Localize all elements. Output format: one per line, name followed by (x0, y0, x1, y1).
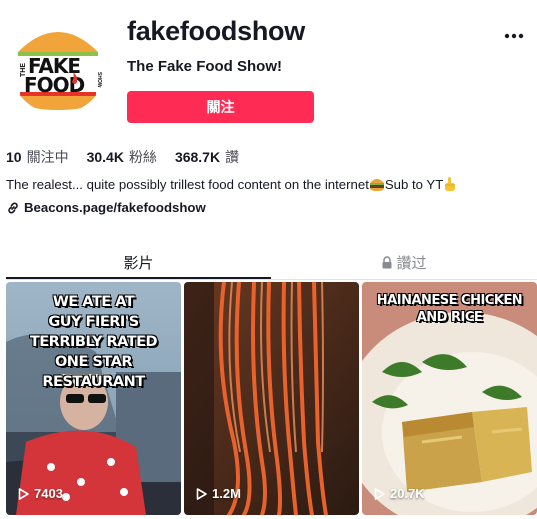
video-title-line: RESTAURANT (42, 374, 145, 390)
link-text: Beacons.page/fakefoodshow (24, 200, 206, 215)
video-card[interactable]: HAINANESE CHICKEN AND RICE 20.7K (362, 282, 537, 515)
tabs-divider (6, 279, 537, 280)
tab-liked[interactable]: 讚过 (271, 246, 537, 278)
bio: The realest... quite possibly trillest f… (6, 176, 457, 195)
tab-videos-label: 影片 (123, 254, 154, 272)
fake-food-show-logo: THE FAKE FOOD SHOW (16, 32, 102, 110)
nickname: The Fake Food Show! (127, 58, 283, 75)
video-thumbnail (184, 282, 359, 515)
video-title-line: ONE STAR (54, 354, 133, 370)
video-card[interactable]: 1.2M (184, 282, 359, 515)
video-title: WE ATE AT GUY FIERI'S TERRIBLY RATED ONE… (6, 292, 181, 392)
play-icon (18, 487, 29, 500)
profile-link[interactable]: Beacons.page/fakefoodshow (6, 200, 206, 215)
likes-count: 368.7K (174, 149, 221, 165)
video-views: 20.7K (374, 486, 425, 501)
likes-stat: 368.7K 讚 (175, 147, 239, 167)
username: fakefoodshow (127, 16, 305, 46)
follow-button[interactable]: 關注 (127, 91, 314, 123)
followers-stat[interactable]: 30.4K 粉絲 (87, 147, 157, 167)
tab-liked-label: 讚过 (396, 254, 427, 272)
video-title-line: AND RICE (416, 310, 483, 325)
tab-videos[interactable]: 影片 (6, 246, 271, 278)
bio-text-2: Sub to YT (384, 177, 444, 192)
video-views-count: 20.7K (390, 486, 425, 501)
lock-icon (382, 255, 392, 268)
following-stat[interactable]: 10 關注中 (6, 147, 69, 167)
point-up-emoji (443, 176, 457, 195)
video-title-line: GUY FIERI'S (48, 314, 139, 330)
play-icon (196, 487, 207, 500)
bio-text: The realest... quite possibly trillest f… (6, 177, 369, 192)
video-views: 7403 (18, 486, 63, 501)
link-icon (8, 202, 18, 213)
play-icon (374, 487, 385, 500)
more-options-button[interactable] (500, 24, 528, 48)
video-title-line: HAINANESE CHICKEN (376, 293, 523, 308)
followers-label: 粉絲 (128, 149, 157, 165)
video-views-count: 7403 (34, 486, 63, 501)
video-card[interactable]: WE ATE AT GUY FIERI'S TERRIBLY RATED ONE… (6, 282, 181, 515)
video-title: HAINANESE CHICKEN AND RICE (362, 292, 537, 326)
more-horizontal-icon (504, 33, 524, 39)
profile-stats: 10 關注中 30.4K 粉絲 368.7K 讚 (6, 147, 239, 167)
video-views: 1.2M (196, 486, 241, 501)
video-title-line: TERRIBLY RATED (29, 334, 158, 350)
avatar-line4: SHOW (96, 72, 102, 88)
likes-label: 讚 (225, 149, 240, 165)
hamburger-emoji (369, 177, 385, 195)
avatar[interactable]: THE FAKE FOOD SHOW (10, 18, 106, 114)
followers-count: 30.4K (86, 149, 124, 165)
profile-tabs: 影片 讚过 (6, 246, 537, 280)
following-label: 關注中 (26, 149, 69, 165)
video-title-line: WE ATE AT (52, 294, 135, 310)
video-grid: WE ATE AT GUY FIERI'S TERRIBLY RATED ONE… (6, 282, 537, 519)
following-count: 10 (6, 149, 22, 165)
video-views-count: 1.2M (212, 486, 241, 501)
